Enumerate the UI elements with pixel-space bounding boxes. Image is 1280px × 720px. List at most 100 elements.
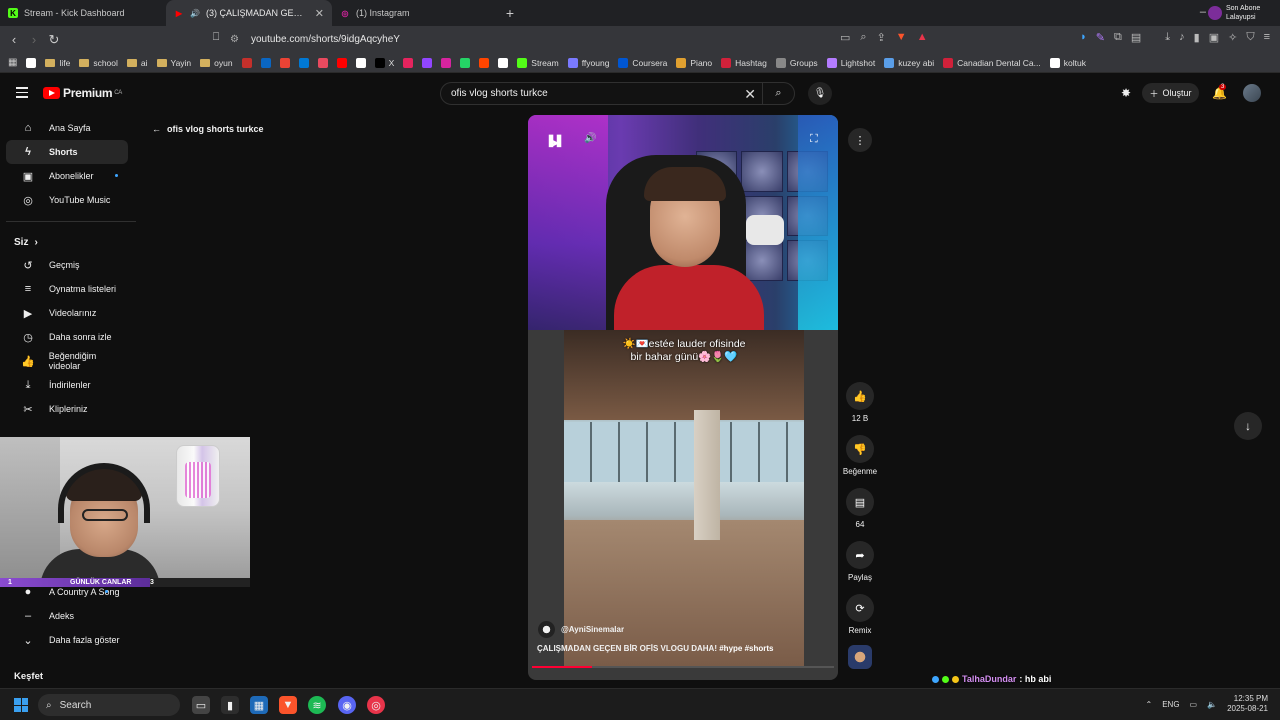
forward-icon[interactable]: › xyxy=(24,32,44,47)
brave-shield-icon[interactable]: ▼ xyxy=(896,31,907,44)
reload-icon[interactable]: ↻ xyxy=(44,32,64,48)
account-avatar[interactable] xyxy=(1243,84,1261,102)
download-icon[interactable]: ⤓ xyxy=(1165,31,1170,44)
sidebar-item-history[interactable]: ↺ Geçmiş xyxy=(6,253,128,277)
bookmark-item[interactable] xyxy=(460,57,471,68)
bookmark-item[interactable]: ai xyxy=(126,58,148,68)
bookmark-page-icon[interactable]: ⎕ xyxy=(206,31,226,44)
apps-grid-icon[interactable]: ▦ xyxy=(8,57,17,68)
bookmark-item[interactable]: Stream xyxy=(517,57,559,68)
bookmark-item[interactable] xyxy=(336,57,347,68)
bookmark-item[interactable]: Yayin xyxy=(156,58,191,68)
music-icon[interactable]: ♪ xyxy=(1179,31,1185,44)
progress-bar[interactable] xyxy=(532,666,834,668)
bookmark-item[interactable]: life xyxy=(45,58,70,68)
channel-avatar[interactable] xyxy=(538,621,555,638)
sidebar-item-liked-videos[interactable]: 👍 Beğendiğim videolar xyxy=(6,349,128,373)
file-explorer-icon[interactable]: ▮ xyxy=(221,696,239,714)
tab-instagram[interactable]: ◎ (1) Instagram xyxy=(332,0,498,26)
comments-button[interactable]: ▤ 64 xyxy=(836,488,884,529)
bookmark-item[interactable]: ffyoung xyxy=(567,57,609,68)
wallet-icon[interactable]: ▣ xyxy=(1209,31,1219,44)
bookmark-item[interactable]: koltuk xyxy=(1049,57,1086,68)
sidebar-item-downloads[interactable]: ⤓ İndirilenler xyxy=(6,373,128,397)
network-icon[interactable]: ▭ xyxy=(1190,700,1198,709)
bookmark-item[interactable]: school xyxy=(79,58,118,68)
bookmark-item[interactable]: Lightshot xyxy=(826,57,875,68)
sidebar-icon[interactable]: ▮ xyxy=(1194,31,1200,44)
bookmark-item[interactable] xyxy=(298,57,309,68)
back-icon[interactable]: ‹ xyxy=(4,32,24,47)
bookmark-item[interactable] xyxy=(260,57,271,68)
premium-gear-icon[interactable]: ✸ xyxy=(1121,86,1131,100)
media-icon[interactable]: ▤ xyxy=(1131,31,1141,44)
tab-youtube-short[interactable]: ▶ 🔊 (3) ÇALIŞMADAN GEÇEN BİR ✕ xyxy=(166,0,332,26)
hamburger-menu-icon[interactable] xyxy=(16,87,28,101)
pen-icon[interactable]: ✎ xyxy=(1096,31,1105,44)
bookmark-item[interactable] xyxy=(441,57,452,68)
discord-icon[interactable]: ◉ xyxy=(338,696,356,714)
voice-search-icon[interactable]: 🎙 xyxy=(808,82,832,105)
bookmark-item[interactable]: Coursera xyxy=(618,57,667,68)
like-button[interactable]: 👍 12 B xyxy=(836,382,884,423)
bookmark-item[interactable]: Canadian Dental Ca... xyxy=(943,57,1041,68)
sidebar-item-shorts[interactable]: ϟ Shorts xyxy=(6,140,128,164)
sidebar-item-home[interactable]: ⌂ Ana Sayfa xyxy=(6,116,128,140)
bookmark-item[interactable] xyxy=(26,57,37,68)
youtube-premium-logo[interactable]: Premium CA xyxy=(43,86,122,100)
bookmark-item[interactable] xyxy=(279,57,290,68)
menu-icon[interactable]: ≡ xyxy=(1264,31,1270,44)
puzzle-icon[interactable]: ⧉ xyxy=(1114,31,1122,44)
bookmark-item[interactable] xyxy=(241,57,252,68)
bookmark-item[interactable]: oyun xyxy=(200,58,233,68)
next-short-arrow-icon[interactable]: ↓ xyxy=(1234,412,1262,440)
bookmark-item[interactable]: kuzey abi xyxy=(884,57,934,68)
store-icon[interactable]: ▦ xyxy=(250,696,268,714)
sidebar-item-subscriptions[interactable]: ▣ Abonelikler xyxy=(6,164,128,188)
back-to-search-link[interactable]: ← ofis vlog shorts turkce xyxy=(152,124,264,134)
sidebar-item-adeks[interactable]: – Adeks xyxy=(6,604,128,628)
windows-start-icon[interactable] xyxy=(14,698,28,712)
clear-search-icon[interactable]: ✕ xyxy=(744,86,756,103)
volume-icon[interactable]: 🔈 xyxy=(1207,700,1217,709)
sound-channel-thumbnail[interactable] xyxy=(848,645,872,669)
taskbar-search[interactable]: ⌕ Search xyxy=(38,694,180,716)
share-button[interactable]: ➦ Paylaş xyxy=(836,541,884,582)
shorts-player[interactable]: ❚❚ 🔊 ⛶ ☀️💌estée lauder ofisinde bir baha… xyxy=(528,115,838,680)
fullscreen-icon[interactable]: ⛶ xyxy=(810,133,818,146)
audio-playing-icon[interactable]: 🔊 xyxy=(190,9,200,18)
language-indicator[interactable]: ENG xyxy=(1162,700,1179,709)
bookmark-item[interactable]: X xyxy=(374,57,394,68)
bookmark-item[interactable] xyxy=(498,57,509,68)
search-input[interactable]: ofis vlog shorts turkce ✕ ⌕ xyxy=(440,82,795,105)
bookmark-item[interactable] xyxy=(403,57,414,68)
sidebar-item-your-videos[interactable]: ▶ Videolarınız xyxy=(6,301,128,325)
search-icon[interactable]: ⌕ xyxy=(762,83,794,104)
leo-icon[interactable]: ✧ xyxy=(1228,31,1237,44)
task-view-icon[interactable]: ▭ xyxy=(192,696,210,714)
cast-icon[interactable]: ▭ xyxy=(840,31,850,44)
sidebar-item-clips[interactable]: ✂ Klipleriniz xyxy=(6,397,128,421)
more-options-icon[interactable]: ⋮ xyxy=(848,128,872,152)
bookmark-item[interactable] xyxy=(355,57,366,68)
sidebar-item-playlists[interactable]: ≡ Oynatma listeleri xyxy=(6,277,128,301)
close-tab-icon[interactable]: ✕ xyxy=(315,7,324,20)
bookmark-item[interactable]: Piano xyxy=(676,57,712,68)
show-more-button[interactable]: ⌄ Daha fazla göster xyxy=(6,628,128,652)
channel-name[interactable]: @AyniSinemalar xyxy=(561,625,624,634)
new-tab-button[interactable]: + xyxy=(498,0,522,26)
share-icon[interactable]: ⇪ xyxy=(877,31,886,44)
bookmark-item[interactable]: Hashtag xyxy=(721,57,767,68)
spotify-icon[interactable]: ≋ xyxy=(308,696,326,714)
extension-icon[interactable]: ◗ xyxy=(1080,31,1087,44)
zoom-icon[interactable]: ⌕ xyxy=(860,31,866,44)
obs-icon[interactable]: ◎ xyxy=(367,696,385,714)
chevron-up-icon[interactable]: ⌃ xyxy=(1146,700,1153,709)
brave-rewards-icon[interactable]: ▲ xyxy=(917,31,928,44)
create-button[interactable]: ＋ Oluştur xyxy=(1142,83,1199,103)
dislike-button[interactable]: 👎 Beğenme xyxy=(836,435,884,476)
bookmark-item[interactable] xyxy=(422,57,433,68)
hashtags[interactable]: #hype #shorts xyxy=(719,644,773,653)
minimize-icon[interactable]: – xyxy=(1200,6,1206,18)
sidebar-item-music[interactable]: ◎ YouTube Music xyxy=(6,188,128,212)
